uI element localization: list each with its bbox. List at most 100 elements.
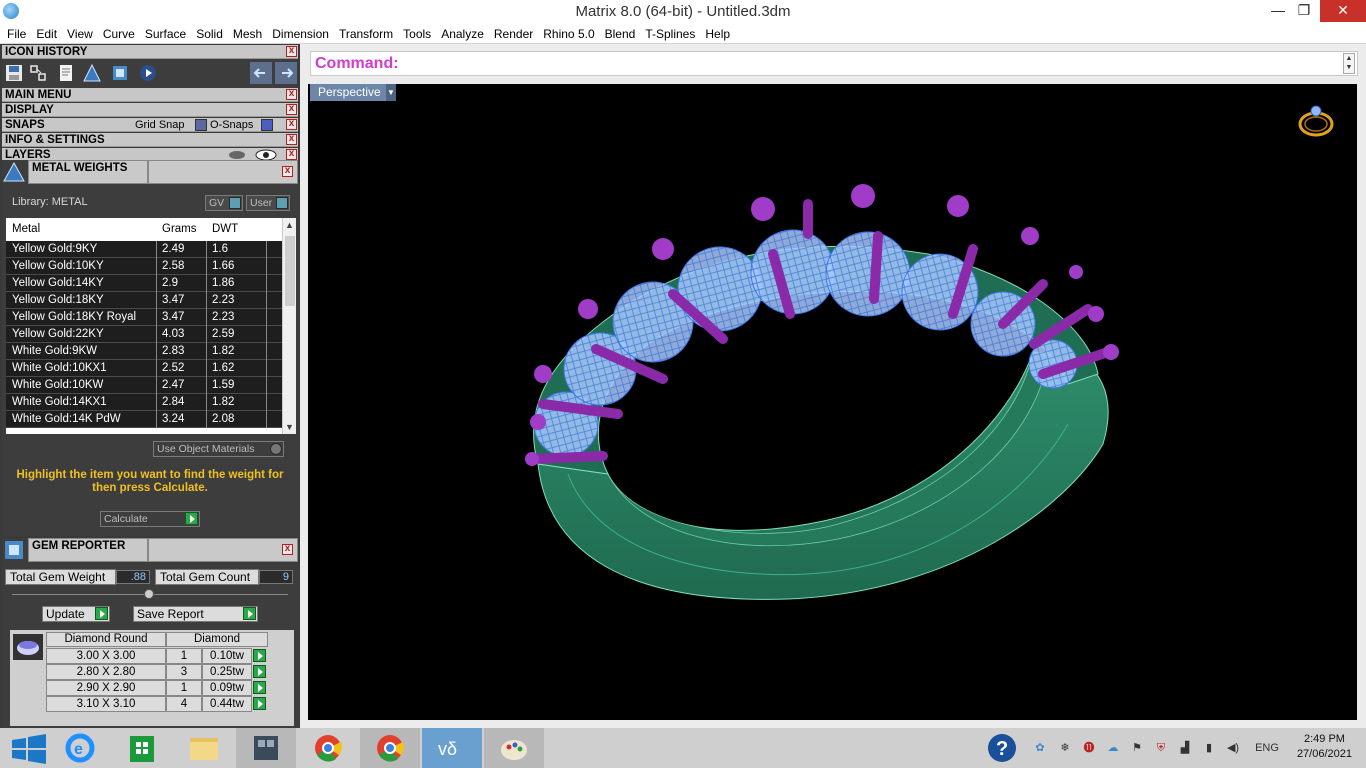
chevron-down-icon[interactable]: ▼ <box>386 84 396 101</box>
scroll-down-icon[interactable]: ▼ <box>285 422 294 432</box>
save-report-button[interactable]: Save Report <box>133 606 258 622</box>
forward-arrow-icon[interactable] <box>275 62 297 84</box>
restore-button[interactable]: ❐ <box>1288 0 1320 22</box>
gv-toggle[interactable]: GV <box>205 195 243 211</box>
table-row[interactable]: 2.80 X 2.80 3 0.25tw <box>46 664 280 680</box>
close-icon[interactable]: x <box>286 46 297 57</box>
tray-shield-icon[interactable]: ⛨ <box>1154 741 1168 755</box>
tray-battery-icon[interactable]: ▮ <box>1202 741 1216 755</box>
col-dwt[interactable]: DWT <box>212 223 238 235</box>
menu-edit[interactable]: Edit <box>31 27 62 41</box>
user-toggle[interactable]: User <box>246 195 290 211</box>
menu-curve[interactable]: Curve <box>98 27 140 41</box>
use-object-materials-toggle[interactable]: Use Object Materials <box>153 441 284 457</box>
clock[interactable]: 2:49 PM 27/06/2021 <box>1297 732 1352 762</box>
menu-render[interactable]: Render <box>489 27 538 41</box>
paint-icon[interactable] <box>484 728 544 768</box>
table-row[interactable]: Yellow Gold:22KY 4.03 2.59 <box>6 326 282 343</box>
menu-transform[interactable]: Transform <box>334 27 398 41</box>
tray-snowflake-icon[interactable]: ❄ <box>1058 741 1072 755</box>
table-row[interactable]: White Gold:14K PdW 3.24 2.08 <box>6 411 282 428</box>
tray-cloud-icon[interactable]: ☁ <box>1106 741 1120 755</box>
command-input[interactable]: Command: ▲ ▼ <box>310 51 1358 76</box>
table-row[interactable]: White Gold:10KW 2.47 1.59 <box>6 377 282 394</box>
main-menu-header[interactable]: MAIN MENU x <box>2 88 298 102</box>
col-metal[interactable]: Metal <box>12 223 40 235</box>
grid-snap-toggle[interactable] <box>195 119 207 131</box>
help-icon[interactable]: ? <box>986 732 1018 764</box>
col-diamond-round[interactable]: Diamond Round <box>46 632 166 647</box>
update-button[interactable]: Update <box>42 606 110 622</box>
menu-analyze[interactable]: Analyze <box>436 27 489 41</box>
menu-help[interactable]: Help <box>700 27 735 41</box>
table-row[interactable]: 2.90 X 2.90 1 0.09tw <box>46 680 280 696</box>
o-snaps-toggle[interactable] <box>261 119 273 131</box>
tray-beats-icon[interactable]: ⓫ <box>1082 741 1096 755</box>
table-row[interactable]: Yellow Gold:18KY Royal 3.47 2.23 <box>6 309 282 326</box>
table-row[interactable]: White Gold:10KX1 2.52 1.62 <box>6 360 282 377</box>
menu-tsplines[interactable]: T-Splines <box>640 27 700 41</box>
command-scroll[interactable]: ▲ ▼ <box>1343 53 1355 74</box>
viewport-tab[interactable]: Perspective ▼ <box>310 84 396 101</box>
file-explorer-icon[interactable] <box>174 728 234 768</box>
calculate-button[interactable]: Calculate <box>100 511 200 527</box>
table-row[interactable]: Yellow Gold:18KY 3.47 2.23 <box>6 292 282 309</box>
close-button[interactable]: ✕ <box>1320 0 1366 22</box>
menu-dimension[interactable]: Dimension <box>267 27 334 41</box>
close-icon[interactable]: x <box>286 134 297 145</box>
back-arrow-icon[interactable] <box>250 62 272 84</box>
close-icon[interactable]: x <box>282 166 293 177</box>
gem-report-icon[interactable] <box>110 63 130 83</box>
metal-table-scrollbar[interactable]: ▲ ▼ <box>282 218 296 434</box>
play-icon[interactable] <box>253 681 266 694</box>
col-diamond[interactable]: Diamond <box>166 632 268 647</box>
display-header[interactable]: DISPLAY x <box>2 103 298 117</box>
menu-view[interactable]: View <box>62 27 98 41</box>
slider-handle[interactable] <box>144 589 154 599</box>
play-icon[interactable] <box>253 649 266 662</box>
tray-volume-icon[interactable]: ◀) <box>1226 741 1240 755</box>
transform-icon[interactable] <box>28 63 48 83</box>
table-row[interactable]: Yellow Gold:10KY 2.58 1.66 <box>6 258 282 275</box>
menu-blend[interactable]: Blend <box>600 27 641 41</box>
tray-flag-icon[interactable]: ⚑ <box>1130 741 1144 755</box>
close-icon[interactable]: x <box>286 149 297 160</box>
matrix-app-icon[interactable] <box>236 728 296 768</box>
menu-tools[interactable]: Tools <box>398 27 436 41</box>
close-icon[interactable]: x <box>282 544 293 555</box>
internet-explorer-icon[interactable]: e <box>50 728 110 768</box>
play-icon[interactable] <box>253 665 266 678</box>
viewport-perspective[interactable]: Perspective ▼ <box>308 84 1357 720</box>
icon-history-header[interactable]: ICON HISTORY x <box>2 45 298 59</box>
table-row[interactable]: 3.10 X 3.10 4 0.44tw <box>46 696 280 712</box>
scroll-thumb[interactable] <box>285 236 295 306</box>
col-grams[interactable]: Grams <box>162 223 197 235</box>
table-row[interactable]: White Gold:14KX1 2.84 1.82 <box>6 394 282 411</box>
tray-app-icon[interactable]: ✿ <box>1033 741 1047 755</box>
store-icon[interactable] <box>112 728 172 768</box>
snaps-header[interactable]: SNAPS Grid Snap O-Snaps x <box>2 118 298 132</box>
menu-file[interactable]: File <box>2 27 31 41</box>
table-row[interactable]: White Gold:9KW 2.83 1.82 <box>6 343 282 360</box>
table-row[interactable]: Yellow Gold:9KY 2.49 1.6 <box>6 241 282 258</box>
info-settings-header[interactable]: INFO & SETTINGS x <box>2 133 298 147</box>
close-icon[interactable]: x <box>286 89 297 100</box>
ring-icon[interactable] <box>1296 100 1336 140</box>
menu-mesh[interactable]: Mesh <box>228 27 267 41</box>
table-row[interactable]: 3.00 X 3.00 1 0.10tw <box>46 648 280 664</box>
chrome-icon[interactable] <box>360 728 420 768</box>
language-indicator[interactable]: ENG <box>1255 741 1279 755</box>
menu-rhino[interactable]: Rhino 5.0 <box>538 27 599 41</box>
close-icon[interactable]: x <box>286 104 297 115</box>
play-icon[interactable] <box>253 697 266 710</box>
save-icon[interactable] <box>4 63 24 83</box>
menu-surface[interactable]: Surface <box>140 27 191 41</box>
tray-signal-icon[interactable]: ▟ <box>1178 741 1192 755</box>
render-icon[interactable] <box>138 63 158 83</box>
document-icon[interactable] <box>56 63 76 83</box>
menu-solid[interactable]: Solid <box>191 27 228 41</box>
table-row[interactable]: Yellow Gold:14KY 2.9 1.86 <box>6 275 282 292</box>
metal-weight-icon[interactable] <box>82 63 102 83</box>
chrome-icon[interactable] <box>298 728 358 768</box>
scroll-up-icon[interactable]: ▲ <box>285 220 294 230</box>
